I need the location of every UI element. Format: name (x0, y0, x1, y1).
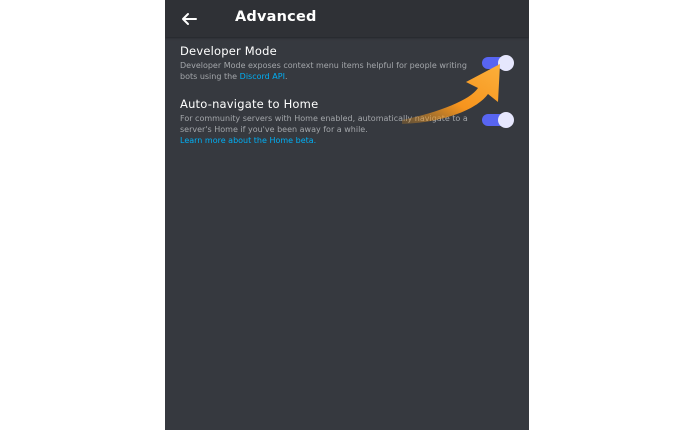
setting-title: Auto-navigate to Home (180, 97, 319, 111)
auto-navigate-home-toggle[interactable] (482, 112, 514, 128)
discord-api-link[interactable]: Discord API (240, 72, 285, 81)
setting-description: Developer Mode exposes context menu item… (180, 60, 470, 82)
toggle-knob (498, 112, 514, 128)
auto-navigate-home-setting: Auto-navigate to Home For community serv… (180, 97, 470, 146)
home-beta-link[interactable]: Learn more about the Home beta. (180, 136, 316, 145)
toggle-knob (498, 55, 514, 71)
setting-title: Developer Mode (180, 44, 277, 58)
developer-mode-setting: Developer Mode Developer Mode exposes co… (180, 44, 470, 82)
description-period: . (284, 72, 288, 81)
app-header: Advanced (165, 0, 529, 37)
page-title: Advanced (235, 9, 317, 25)
back-button[interactable] (177, 7, 201, 31)
arrow-left-icon (182, 13, 197, 25)
description-text: For community servers with Home enabled,… (180, 114, 468, 134)
settings-screen: Advanced Developer Mode Developer Mode e… (165, 0, 529, 430)
developer-mode-toggle[interactable] (482, 55, 514, 71)
description-text: Developer Mode exposes context menu item… (180, 61, 467, 81)
setting-description: For community servers with Home enabled,… (180, 113, 470, 146)
